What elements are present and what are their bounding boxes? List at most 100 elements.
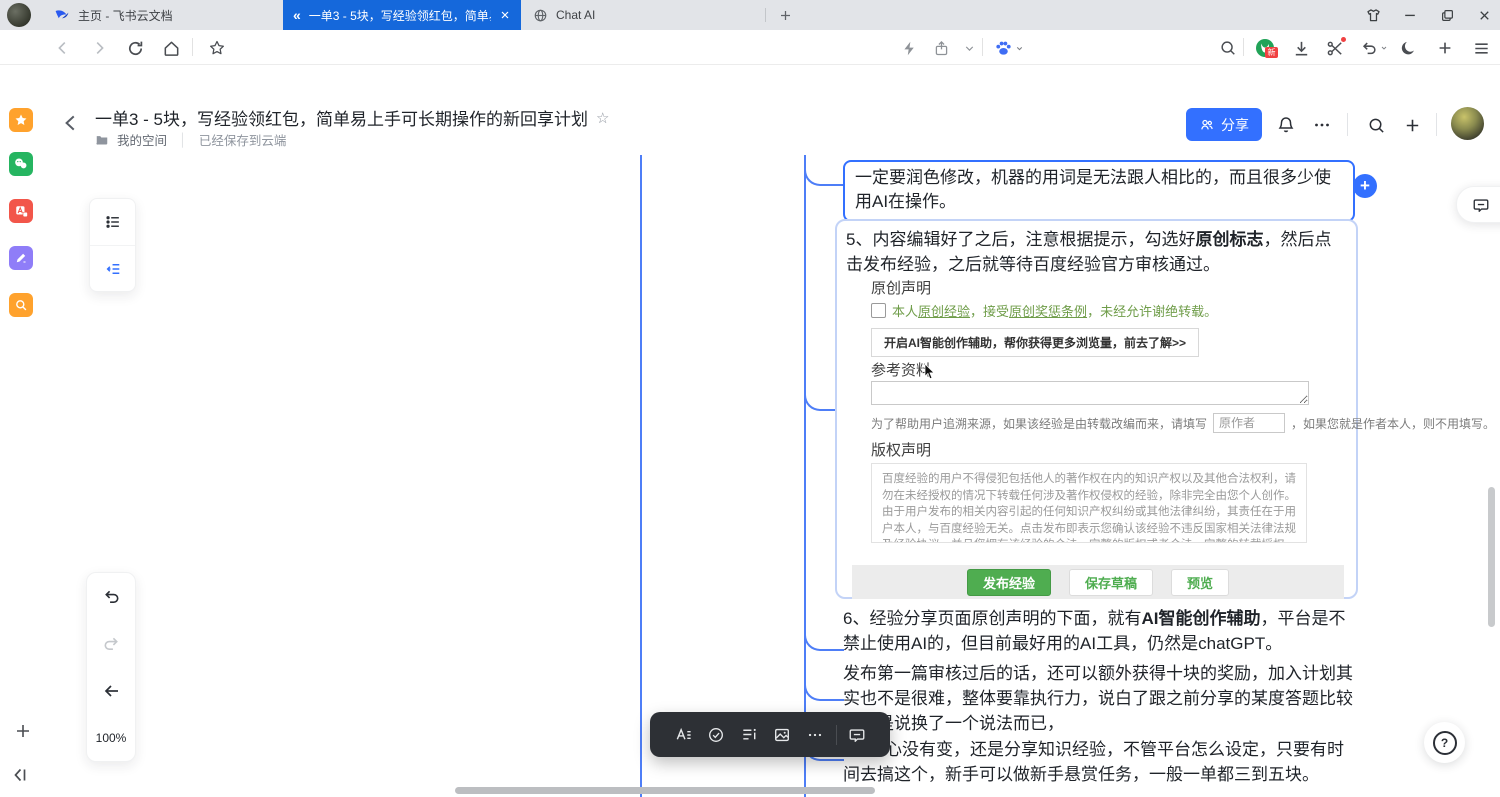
save-status: 已经保存到云端 bbox=[199, 130, 287, 149]
bookmark-star-icon[interactable] bbox=[204, 37, 230, 59]
notifications-bell-icon[interactable] bbox=[1272, 112, 1300, 138]
chevron-down-icon[interactable] bbox=[956, 37, 982, 59]
original-checkbox[interactable] bbox=[871, 303, 886, 318]
text-format-toolbar bbox=[650, 712, 890, 757]
lightning-icon[interactable] bbox=[896, 37, 922, 59]
add-block-button[interactable]: + bbox=[1353, 174, 1377, 198]
reward-paragraph[interactable]: 发布第一篇审核过后的话，还可以额外获得十块的奖励，加入计划其实也不是很难，整体要… bbox=[843, 661, 1357, 736]
cb-link-original[interactable]: 原创经验 bbox=[918, 304, 970, 319]
cb-link-rules[interactable]: 原创奖惩条例 bbox=[1009, 304, 1087, 319]
ai-assist-banner[interactable]: 开启AI智能创作辅助，帮你获得更多浏览量，前去了解>> bbox=[871, 328, 1199, 357]
task-check-icon[interactable] bbox=[700, 712, 733, 757]
outline-list-button[interactable] bbox=[90, 199, 135, 245]
reload-icon[interactable] bbox=[122, 37, 148, 59]
doc-title-text: 一单3 - 5块，写经验领红包，简单易上手可长期操作的新回享计划 bbox=[95, 105, 588, 130]
horizontal-scrollbar[interactable] bbox=[455, 787, 875, 794]
globe-icon bbox=[533, 8, 548, 23]
tab-chat-ai[interactable]: Chat AI bbox=[523, 0, 761, 30]
step5-pre: 5、内容编辑好了之后，注意根据提示，勾选好 bbox=[846, 230, 1195, 249]
new-tab-button[interactable] bbox=[770, 0, 800, 30]
tab-close-icon[interactable] bbox=[499, 9, 511, 21]
doc-back-icon[interactable] bbox=[58, 110, 84, 136]
quick-search-icon[interactable] bbox=[9, 293, 33, 317]
doc-search-icon[interactable] bbox=[1362, 112, 1390, 138]
cb-text: ，接受 bbox=[970, 304, 1009, 319]
tab-feishu-home[interactable]: 主页 - 飞书云文档 bbox=[44, 0, 282, 30]
minimize-button[interactable] bbox=[1392, 0, 1428, 30]
block-connector bbox=[804, 168, 844, 186]
tab-doc-active[interactable]: « 一单3 - 5块，写经验领红包，简单易 bbox=[283, 0, 521, 30]
baidu-paw-extension-icon[interactable] bbox=[992, 37, 1026, 59]
core-paragraph[interactable]: 心没有变，还是分享知识经验，不管平台怎么设定，只要有时间去搞这个，新手可以做新手… bbox=[843, 737, 1357, 787]
user-avatar[interactable] bbox=[1451, 107, 1484, 140]
sidebar-add-icon[interactable] bbox=[10, 718, 36, 744]
close-window-button[interactable] bbox=[1466, 0, 1500, 30]
theme-skin-icon[interactable] bbox=[1355, 0, 1391, 30]
canvas-controls-panel: 100% bbox=[86, 572, 136, 762]
collapse-sidebar-icon[interactable] bbox=[8, 762, 34, 788]
feishu-favicon bbox=[54, 7, 70, 23]
back-icon[interactable] bbox=[50, 37, 76, 59]
notes-pen-icon[interactable] bbox=[9, 246, 33, 270]
step6-pre: 6、经验分享页面原创声明的下面，就有 bbox=[843, 609, 1141, 628]
home-icon[interactable] bbox=[158, 37, 184, 59]
search-page-icon[interactable] bbox=[1215, 37, 1241, 59]
divider bbox=[1243, 38, 1244, 56]
help-button[interactable]: ? bbox=[1424, 722, 1465, 763]
step6-paragraph[interactable]: 6、经验分享页面原创声明的下面，就有AI智能创作辅助，平台是不禁止使用AI的，但… bbox=[843, 606, 1357, 656]
block-connector bbox=[804, 683, 844, 701]
question-mark-icon: ? bbox=[1433, 731, 1457, 755]
tab-separator bbox=[765, 8, 766, 22]
share-label: 分享 bbox=[1221, 115, 1249, 135]
publish-button[interactable]: 发布经验 bbox=[967, 569, 1051, 596]
text-style-icon[interactable] bbox=[667, 712, 700, 757]
redo-button[interactable] bbox=[87, 620, 135, 667]
wechat-icon[interactable] bbox=[9, 152, 33, 176]
divider bbox=[1347, 113, 1348, 136]
callout-text: 一定要润色修改，机器的用词是无法跟人相比的，而且很多少使用AI在操作。 bbox=[855, 168, 1331, 211]
source-note-row: 为了帮助用户追溯来源，如果该经验是由转载改编而来，请填写 ，如果您就是作者本人，… bbox=[871, 413, 1495, 433]
undo-button[interactable] bbox=[87, 573, 135, 620]
create-new-icon[interactable] bbox=[1398, 112, 1426, 138]
divider bbox=[982, 38, 983, 56]
step5-block[interactable]: 5、内容编辑好了之后，注意根据提示，勾选好原创标志，然后点击发布经验，之后就等待… bbox=[835, 219, 1358, 599]
save-draft-button[interactable]: 保存草稿 bbox=[1069, 569, 1153, 596]
translate-icon[interactable] bbox=[9, 199, 33, 223]
note-post: ，如果您就是作者本人，则不用填写。 bbox=[1291, 415, 1495, 432]
list-insert-icon[interactable] bbox=[733, 712, 766, 757]
favorite-star-icon[interactable]: ☆ bbox=[596, 109, 609, 127]
selected-callout-block[interactable]: 一定要润色修改，机器的用词是无法跟人相比的，而且很多少使用AI在操作。 bbox=[843, 160, 1355, 222]
download-icon[interactable] bbox=[1288, 37, 1314, 59]
original-author-input[interactable] bbox=[1213, 413, 1285, 433]
note-pre: 为了帮助用户追溯来源，如果该经验是由转载改编而来，请填写 bbox=[871, 415, 1207, 432]
dark-mode-moon-icon[interactable] bbox=[1396, 37, 1422, 59]
more-options-icon[interactable] bbox=[1308, 112, 1336, 138]
menu-icon[interactable] bbox=[1468, 37, 1494, 59]
comment-icon[interactable] bbox=[841, 712, 874, 757]
zoom-level[interactable]: 100% bbox=[87, 714, 135, 761]
preview-button[interactable]: 预览 bbox=[1171, 569, 1229, 596]
reference-heading: 参考资料 bbox=[871, 359, 931, 380]
more-tools-icon[interactable] bbox=[799, 712, 832, 757]
breadcrumb-space[interactable]: 我的空间 bbox=[117, 130, 167, 149]
browser-profile-avatar[interactable] bbox=[7, 3, 31, 27]
share-button[interactable]: 分享 bbox=[1186, 108, 1262, 141]
step5-text: 5、内容编辑好了之后，注意根据提示，勾选好原创标志，然后点击发布经验，之后就等待… bbox=[846, 227, 1348, 277]
vertical-scrollbar[interactable] bbox=[1488, 487, 1495, 627]
share-page-icon[interactable] bbox=[928, 37, 954, 59]
doc-favicon: « bbox=[293, 7, 301, 23]
people-icon bbox=[1199, 117, 1215, 133]
add-icon[interactable] bbox=[1432, 37, 1458, 59]
add-comment-button[interactable] bbox=[1456, 186, 1500, 223]
maximize-restore-button[interactable] bbox=[1429, 0, 1465, 30]
extension-new-icon[interactable]: 新 bbox=[1252, 37, 1278, 59]
mindnote-view-button[interactable] bbox=[90, 245, 135, 291]
page-title: 一单3 - 5块，写经验领红包，简单易上手可长期操作的新回享计划 ☆ bbox=[95, 105, 609, 130]
reference-textarea[interactable] bbox=[871, 381, 1309, 405]
insert-image-icon[interactable] bbox=[766, 712, 799, 757]
screenshot-scissors-icon[interactable] bbox=[1322, 37, 1348, 59]
favorites-star-icon[interactable] bbox=[9, 108, 33, 132]
forward-icon[interactable] bbox=[86, 37, 112, 59]
undo-history-icon[interactable] bbox=[1358, 37, 1390, 59]
back-to-position-icon[interactable] bbox=[87, 667, 135, 714]
